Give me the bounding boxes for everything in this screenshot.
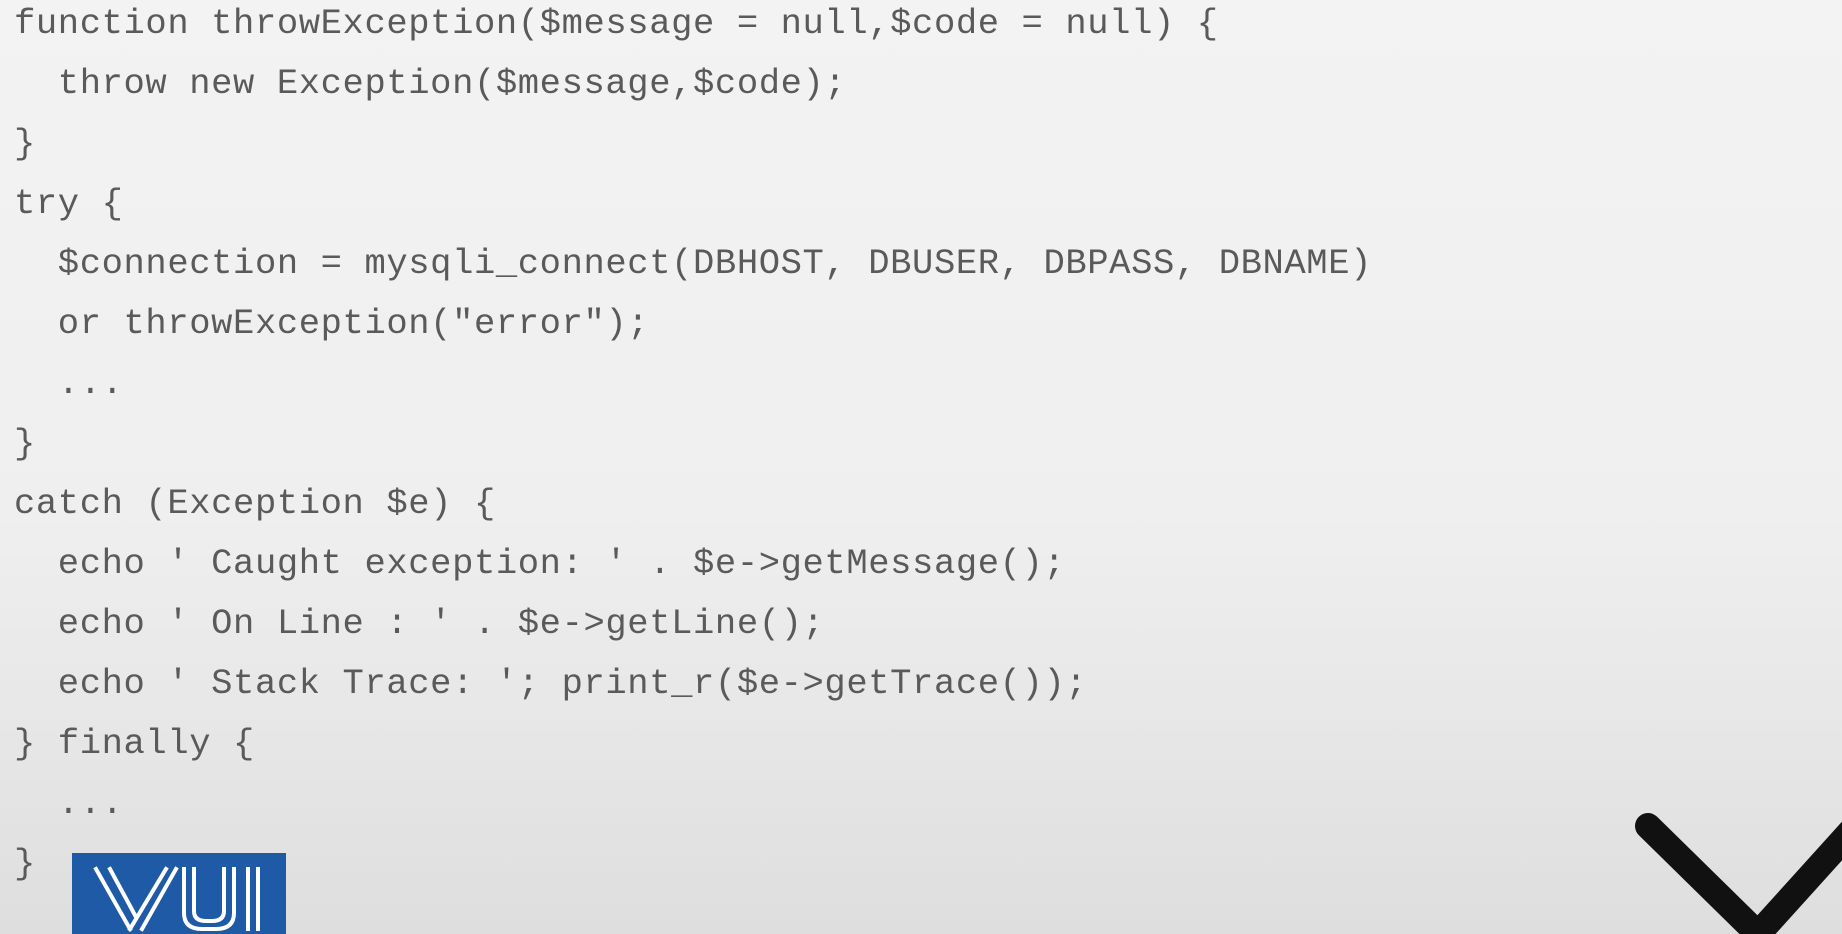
code-line-13: } finally { — [14, 723, 255, 764]
slide: function throwException($message = null,… — [0, 0, 1842, 934]
code-line-8: } — [14, 423, 36, 464]
chevron-down-icon[interactable] — [1630, 790, 1842, 934]
code-line-5: $connection = mysqli_connect(DBHOST, DBU… — [14, 243, 1373, 284]
code-line-14: ... — [14, 783, 124, 824]
code-line-4: try { — [14, 183, 124, 224]
vu-logo-mark — [93, 866, 260, 932]
chevron-down-shape — [1635, 813, 1842, 934]
code-line-12: echo ' Stack Trace: '; print_r($e->getTr… — [14, 663, 1088, 704]
code-line-3: } — [14, 123, 36, 164]
code-line-9: catch (Exception $e) { — [14, 483, 496, 524]
code-line-15: } — [14, 843, 36, 884]
code-line-10: echo ' Caught exception: ' . $e->getMess… — [14, 543, 1066, 584]
vu-logo — [72, 853, 286, 934]
code-line-2: throw new Exception($message,$code); — [14, 63, 847, 104]
code-line-11: echo ' On Line : ' . $e->getLine(); — [14, 603, 825, 644]
code-line-7: ... — [14, 363, 124, 404]
code-line-1: function throwException($message = null,… — [14, 3, 1219, 44]
code-line-6: or throwException("error"); — [14, 303, 650, 344]
